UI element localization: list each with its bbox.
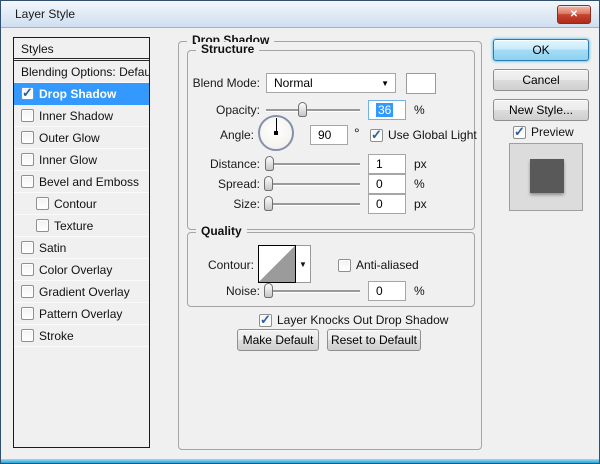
- angle-dial[interactable]: [258, 115, 294, 151]
- sidebar-item-inner-shadow[interactable]: Inner Shadow: [14, 105, 149, 127]
- spread-unit: %: [414, 174, 425, 194]
- checkbox-icon[interactable]: [21, 87, 34, 100]
- shadow-color-swatch[interactable]: [406, 73, 436, 94]
- layer-knockout-checkbox[interactable]: [259, 314, 272, 327]
- opacity-slider-thumb[interactable]: [298, 102, 307, 117]
- checkbox-icon[interactable]: [36, 219, 49, 232]
- checkbox-icon[interactable]: [21, 285, 34, 298]
- size-slider[interactable]: [266, 203, 360, 205]
- noise-slider[interactable]: [266, 290, 360, 292]
- distance-slider[interactable]: [266, 163, 360, 165]
- checkbox-icon[interactable]: [21, 329, 34, 342]
- distance-label: Distance:: [190, 154, 260, 174]
- window-bottom-edge: [1, 459, 599, 463]
- sidebar-item-texture[interactable]: Texture: [14, 215, 149, 237]
- ok-button[interactable]: OK: [493, 39, 589, 61]
- sidebar-item-outer-glow[interactable]: Outer Glow: [14, 127, 149, 149]
- sidebar-item-contour[interactable]: Contour: [14, 193, 149, 215]
- structure-group: Structure Blend Mode: Normal ▼ Opacity: …: [187, 50, 475, 230]
- sidebar-item-inner-glow[interactable]: Inner Glow: [14, 149, 149, 171]
- styles-list-header: Styles: [14, 38, 149, 61]
- spread-label: Spread:: [190, 174, 260, 194]
- sidebar-item-satin[interactable]: Satin: [14, 237, 149, 259]
- distance-unit: px: [414, 154, 427, 174]
- sidebar-item-stroke[interactable]: Stroke: [14, 325, 149, 347]
- checkbox-icon[interactable]: [21, 153, 34, 166]
- reset-to-default-button[interactable]: Reset to Default: [327, 329, 421, 351]
- size-unit: px: [414, 194, 427, 214]
- blend-mode-value: Normal: [274, 76, 313, 90]
- structure-title: Structure: [196, 42, 259, 56]
- titlebar[interactable]: Layer Style ✕: [1, 1, 599, 28]
- layer-style-dialog: Layer Style ✕ Styles Blending Options: D…: [0, 0, 600, 464]
- new-style-button[interactable]: New Style...: [493, 99, 589, 121]
- angle-center-dot: [274, 131, 278, 135]
- preview-thumbnail: [509, 143, 583, 211]
- noise-unit: %: [414, 281, 425, 301]
- sidebar-item-drop-shadow[interactable]: Drop Shadow: [14, 83, 149, 105]
- anti-aliased-row: Anti-aliased: [338, 258, 419, 272]
- chevron-down-icon[interactable]: ▼: [296, 245, 311, 283]
- contour-thumbnail-icon[interactable]: [258, 245, 296, 283]
- cancel-button[interactable]: Cancel: [493, 69, 589, 91]
- opacity-input[interactable]: 36: [368, 100, 406, 120]
- noise-input[interactable]: 0: [368, 281, 406, 301]
- noise-label: Noise:: [190, 281, 260, 301]
- anti-aliased-checkbox[interactable]: [338, 259, 351, 272]
- size-slider-thumb[interactable]: [264, 196, 273, 211]
- spread-slider[interactable]: [266, 183, 360, 185]
- styles-list: Styles Blending Options: Default Drop Sh…: [13, 37, 150, 448]
- distance-input[interactable]: 1: [368, 154, 406, 174]
- knockout-row: Layer Knocks Out Drop Shadow: [259, 313, 448, 327]
- opacity-label: Opacity:: [190, 100, 260, 120]
- close-icon[interactable]: ✕: [557, 5, 591, 24]
- quality-title: Quality: [196, 224, 247, 238]
- spread-input[interactable]: 0: [368, 174, 406, 194]
- sidebar-item-pattern-overlay[interactable]: Pattern Overlay: [14, 303, 149, 325]
- preview-checkbox[interactable]: [513, 126, 526, 139]
- angle-unit: °: [354, 123, 360, 143]
- sidebar-item-color-overlay[interactable]: Color Overlay: [14, 259, 149, 281]
- window-title: Layer Style: [15, 1, 75, 27]
- checkbox-icon[interactable]: [21, 241, 34, 254]
- use-global-light-row: Use Global Light: [370, 128, 477, 142]
- quality-group: Quality Contour: ▼ Anti-aliased Noise: 0…: [187, 232, 475, 307]
- preview-layer-square: [530, 159, 564, 193]
- size-input[interactable]: 0: [368, 194, 406, 214]
- use-global-light-label: Use Global Light: [388, 128, 477, 142]
- noise-slider-thumb[interactable]: [264, 283, 273, 298]
- opacity-unit: %: [414, 100, 425, 120]
- preview-row: Preview: [513, 125, 574, 139]
- contour-label: Contour:: [190, 255, 254, 275]
- opacity-slider[interactable]: [266, 109, 360, 111]
- size-label: Size:: [190, 194, 260, 214]
- layer-knockout-label: Layer Knocks Out Drop Shadow: [277, 313, 448, 327]
- sidebar-item-gradient-overlay[interactable]: Gradient Overlay: [14, 281, 149, 303]
- use-global-light-checkbox[interactable]: [370, 129, 383, 142]
- blend-mode-select[interactable]: Normal ▼: [266, 73, 396, 93]
- angle-label: Angle:: [190, 125, 254, 145]
- checkbox-icon[interactable]: [21, 109, 34, 122]
- spread-slider-thumb[interactable]: [264, 176, 273, 191]
- contour-picker[interactable]: ▼: [258, 245, 311, 283]
- sidebar-item-bevel-and-emboss[interactable]: Bevel and Emboss: [14, 171, 149, 193]
- checkbox-icon[interactable]: [21, 307, 34, 320]
- sidebar-item-blending-options[interactable]: Blending Options: Default: [14, 61, 149, 83]
- chevron-down-icon: ▼: [381, 74, 389, 93]
- make-default-button[interactable]: Make Default: [237, 329, 319, 351]
- checkbox-icon[interactable]: [21, 131, 34, 144]
- preview-label: Preview: [531, 125, 574, 139]
- angle-input[interactable]: 90: [310, 125, 348, 145]
- checkbox-icon[interactable]: [36, 197, 49, 210]
- blend-mode-label: Blend Mode:: [190, 73, 260, 93]
- checkbox-icon[interactable]: [21, 263, 34, 276]
- checkbox-icon[interactable]: [21, 175, 34, 188]
- anti-aliased-label: Anti-aliased: [356, 258, 419, 272]
- distance-slider-thumb[interactable]: [265, 156, 274, 171]
- drop-shadow-panel: Drop Shadow Structure Blend Mode: Normal…: [178, 41, 482, 450]
